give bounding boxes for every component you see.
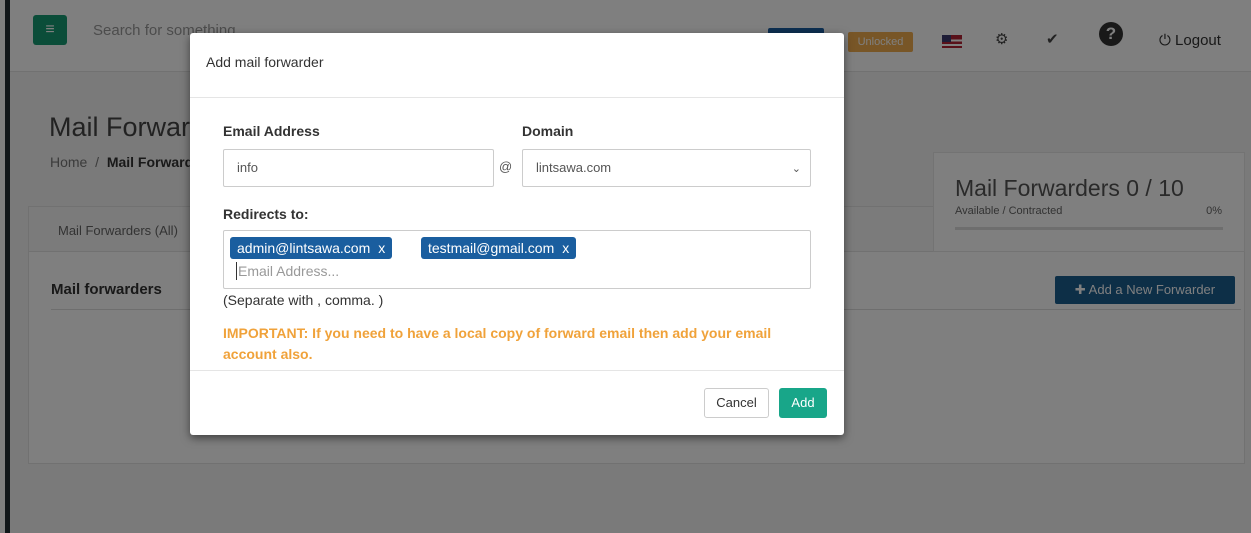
important-notice: IMPORTANT: If you need to have a local c… <box>223 325 772 362</box>
email-address-label: Email Address <box>223 123 320 139</box>
modal-header: Add mail forwarder <box>190 33 844 98</box>
email-tag-label: admin@lintsawa.com <box>237 240 371 256</box>
chevron-down-icon: ⌄ <box>791 163 801 175</box>
modal-title: Add mail forwarder <box>206 54 324 70</box>
cancel-button[interactable]: Cancel <box>704 388 769 418</box>
remove-tag-icon[interactable]: x <box>378 240 385 256</box>
domain-select[interactable]: lintsawa.com ⌄ <box>522 149 811 187</box>
domain-label: Domain <box>522 123 574 139</box>
email-tag-label: testmail@gmail.com <box>428 240 555 256</box>
add-button[interactable]: Add <box>779 388 827 418</box>
at-sign: @ <box>499 159 513 174</box>
redirects-tags-input[interactable]: admin@lintsawa.com x testmail@gmail.com x … <box>223 230 811 289</box>
tag-entry-field[interactable]: Email Address... <box>236 262 339 280</box>
email-tag: testmail@gmail.com x <box>421 237 577 259</box>
redirects-to-label: Redirects to: <box>223 206 309 222</box>
separator-help-text: (Separate with , comma. ) <box>223 292 384 308</box>
email-address-input[interactable]: info <box>223 149 494 187</box>
domain-select-value: lintsawa.com <box>536 160 612 175</box>
add-mail-forwarder-dialog: Add mail forwarder Email Address Domain … <box>190 33 844 435</box>
remove-tag-icon[interactable]: x <box>562 240 569 256</box>
email-tag: admin@lintsawa.com x <box>230 237 393 259</box>
modal-footer: Cancel Add <box>190 370 844 435</box>
